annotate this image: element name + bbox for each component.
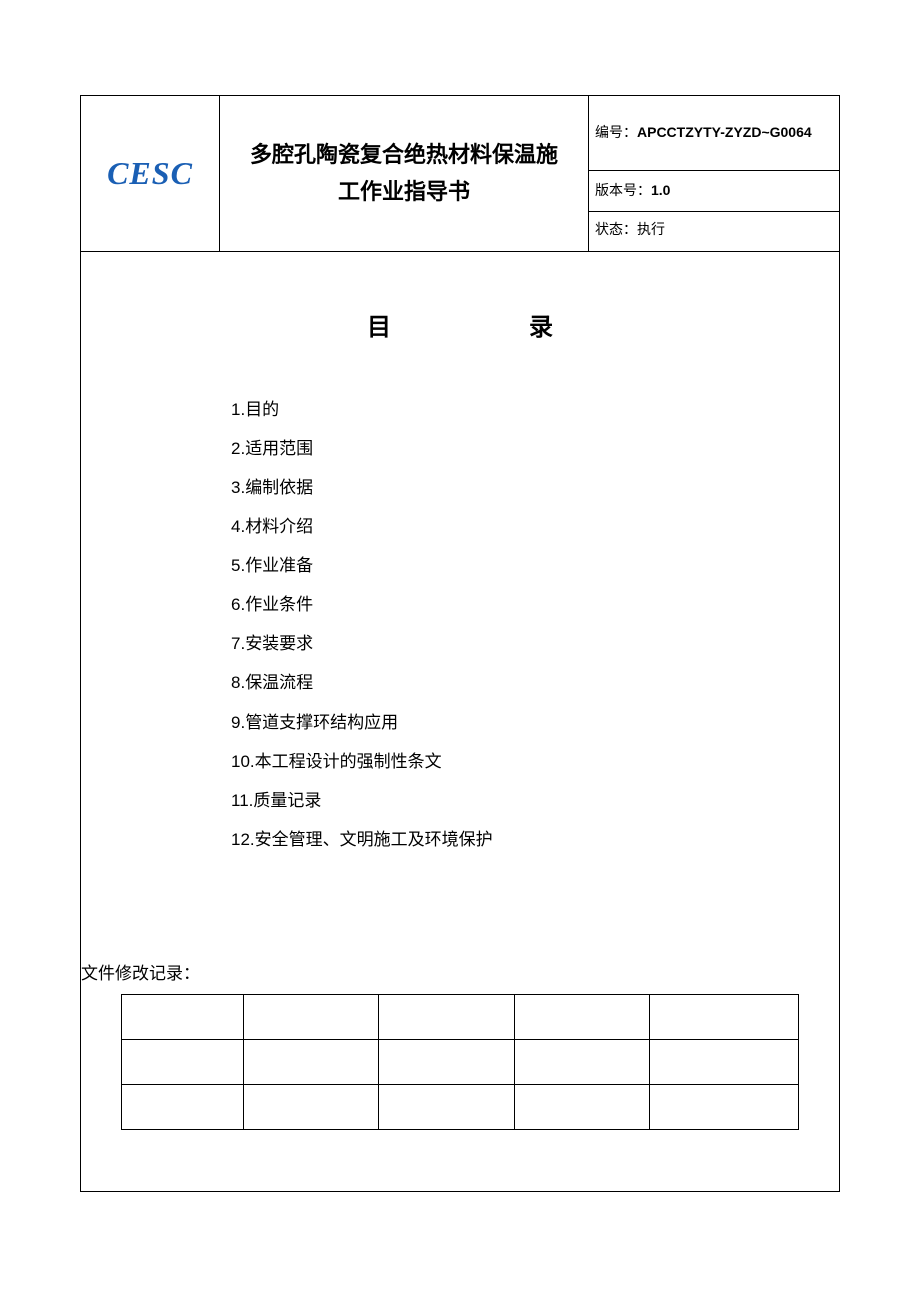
table-cell xyxy=(650,1039,799,1084)
status-value: 执行 xyxy=(637,223,665,238)
toc-text: 质量记录 xyxy=(253,791,321,810)
table-cell xyxy=(122,1039,244,1084)
toc-text: 安装要求 xyxy=(245,634,313,653)
version-value: 1.0 xyxy=(651,182,670,198)
doc-code-cell: 编号：APCCTZYTY-ZYZD~G0064 xyxy=(589,96,840,171)
toc-text: 适用范围 xyxy=(245,439,313,458)
table-cell xyxy=(650,994,799,1039)
table-cell xyxy=(243,1084,378,1129)
version-cell: 版本号：1.0 xyxy=(589,171,840,212)
toc-list: 1.目的 2.适用范围 3.编制依据 4.材料介绍 5.作业准备 6.作业条件 … xyxy=(231,390,799,859)
table-cell xyxy=(650,1084,799,1129)
status-cell: 状态：执行 xyxy=(589,212,840,251)
revision-table xyxy=(121,994,799,1130)
toc-item: 1.目的 xyxy=(231,390,799,429)
table-cell xyxy=(514,1039,649,1084)
table-row xyxy=(122,1039,799,1084)
toc-text: 目的 xyxy=(245,400,279,419)
title-line-1: 多腔孔陶瓷复合绝热材料保温施 xyxy=(224,136,584,173)
table-cell xyxy=(243,1039,378,1084)
toc-text: 作业条件 xyxy=(245,595,313,614)
header-table: CESC 多腔孔陶瓷复合绝热材料保温施 工作业指导书 编号：APCCTZYTY-… xyxy=(80,95,840,252)
toc-text: 编制依据 xyxy=(245,478,313,497)
table-cell xyxy=(514,1084,649,1129)
toc-heading: 目 录 xyxy=(121,307,799,342)
toc-item: 8.保温流程 xyxy=(231,663,799,702)
company-logo: CESC xyxy=(107,155,193,191)
toc-item: 12.安全管理、文明施工及环境保护 xyxy=(231,820,799,859)
toc-item: 10.本工程设计的强制性条文 xyxy=(231,742,799,781)
toc-num: 5. xyxy=(231,556,245,575)
document-title-cell: 多腔孔陶瓷复合绝热材料保温施 工作业指导书 xyxy=(220,96,589,252)
toc-num: 4. xyxy=(231,517,245,536)
table-cell xyxy=(379,1084,514,1129)
toc-text: 保温流程 xyxy=(245,673,313,692)
toc-num: 1. xyxy=(231,400,245,419)
table-cell xyxy=(122,1084,244,1129)
toc-num: 8. xyxy=(231,673,245,692)
table-cell xyxy=(379,994,514,1039)
toc-item: 11.质量记录 xyxy=(231,781,799,820)
toc-text: 本工程设计的强制性条文 xyxy=(255,752,442,771)
toc-text: 材料介绍 xyxy=(245,517,313,536)
toc-text: 管道支撑环结构应用 xyxy=(245,713,398,732)
toc-num: 9. xyxy=(231,713,245,732)
toc-item: 5.作业准备 xyxy=(231,546,799,585)
table-row xyxy=(122,1084,799,1129)
toc-num: 2. xyxy=(231,439,245,458)
code-value: APCCTZYTY-ZYZD~G0064 xyxy=(637,124,812,140)
revision-label: 文件修改记录： xyxy=(81,959,799,984)
toc-num: 7. xyxy=(231,634,245,653)
code-label: 编号： xyxy=(595,126,637,141)
toc-num: 3. xyxy=(231,478,245,497)
toc-item: 6.作业条件 xyxy=(231,585,799,624)
content-area: 目 录 1.目的 2.适用范围 3.编制依据 4.材料介绍 5.作业准备 6.作… xyxy=(80,252,840,1192)
toc-text: 安全管理、文明施工及环境保护 xyxy=(255,830,493,849)
toc-item: 2.适用范围 xyxy=(231,429,799,468)
toc-item: 3.编制依据 xyxy=(231,468,799,507)
table-cell xyxy=(379,1039,514,1084)
toc-num: 11. xyxy=(231,791,253,810)
document-page: CESC 多腔孔陶瓷复合绝热材料保温施 工作业指导书 编号：APCCTZYTY-… xyxy=(0,0,920,1301)
toc-item: 7.安装要求 xyxy=(231,624,799,663)
toc-item: 4.材料介绍 xyxy=(231,507,799,546)
table-row xyxy=(122,994,799,1039)
toc-num: 12. xyxy=(231,830,255,849)
status-label: 状态： xyxy=(595,223,637,238)
toc-text: 作业准备 xyxy=(245,556,313,575)
toc-num: 6. xyxy=(231,595,245,614)
table-cell xyxy=(514,994,649,1039)
table-cell xyxy=(243,994,378,1039)
title-line-2: 工作业指导书 xyxy=(224,173,584,210)
table-cell xyxy=(122,994,244,1039)
version-label: 版本号： xyxy=(595,184,651,199)
toc-item: 9.管道支撑环结构应用 xyxy=(231,703,799,742)
toc-num: 10. xyxy=(231,752,255,771)
logo-cell: CESC xyxy=(81,96,220,252)
